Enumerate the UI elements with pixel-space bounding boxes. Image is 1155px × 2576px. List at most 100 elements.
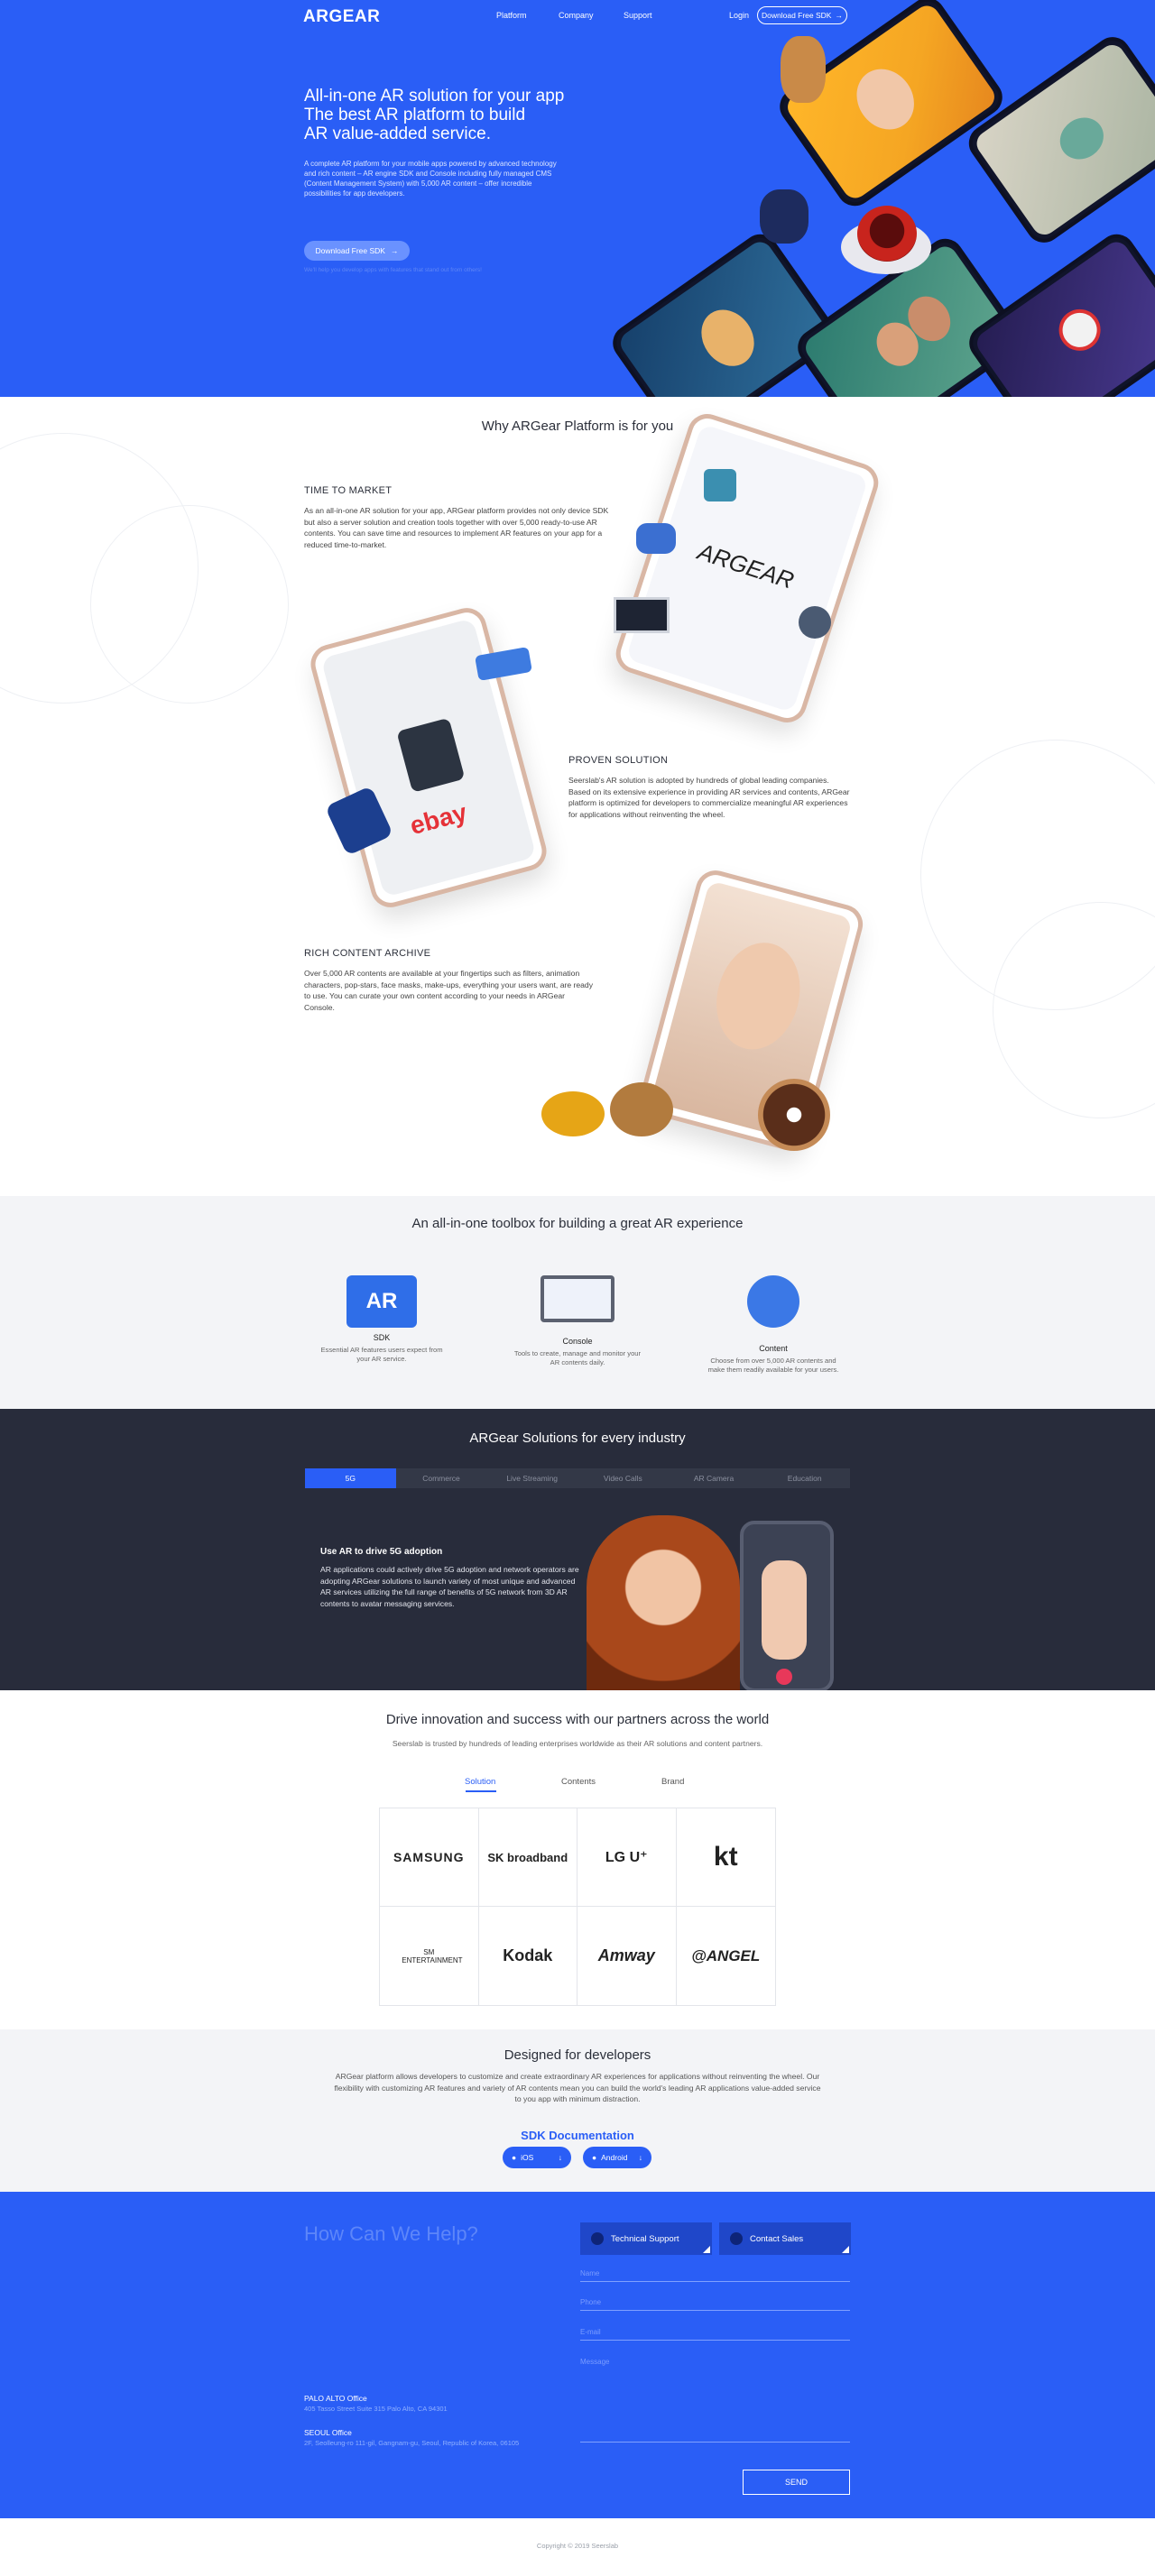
arrow-right-icon: → bbox=[835, 11, 843, 20]
hero-download-label: Download Free SDK bbox=[315, 246, 385, 255]
partner-tab-solution[interactable]: Solution bbox=[465, 1777, 495, 1787]
tab-live-streaming[interactable]: Live Streaming bbox=[486, 1468, 578, 1488]
top-nav: ARGEAR Platform Company Support Login Do… bbox=[0, 0, 1155, 31]
android-label: Android bbox=[601, 2153, 628, 2162]
partners-section: Drive innovation and success with our pa… bbox=[0, 1690, 1155, 2029]
palo-alto-office-address: 405 Tasso Street Suite 315 Palo Alto, CA… bbox=[304, 2405, 448, 2413]
angel-logo-text: @ANGEL bbox=[691, 1946, 761, 1964]
nav-link-company[interactable]: Company bbox=[559, 11, 594, 20]
android-icon: ● bbox=[592, 2153, 597, 2162]
nav-link-support[interactable]: Support bbox=[624, 11, 652, 20]
sdk-documentation-title: SDK Documentation bbox=[521, 2129, 634, 2142]
copyright-text: Copyright © 2019 Seerslab bbox=[536, 2542, 619, 2550]
hero-title-line-2: The best AR platform to build bbox=[304, 106, 526, 124]
technical-support-tab[interactable]: Technical Support bbox=[580, 2222, 712, 2255]
android-sdk-button[interactable]: ● Android ↓ bbox=[583, 2147, 651, 2168]
sm-entertainment-logo: SM ENTERTAINMENT bbox=[380, 1907, 479, 2005]
samsung-logo-text: SAMSUNG bbox=[393, 1850, 465, 1864]
figurine-image bbox=[760, 189, 808, 244]
phone-field[interactable]: Phone bbox=[580, 2298, 850, 2311]
support-icon bbox=[591, 2232, 604, 2245]
ios-label: iOS bbox=[521, 2153, 534, 2162]
name-field[interactable]: Name bbox=[580, 2269, 850, 2282]
duck-image bbox=[541, 1091, 605, 1136]
samsung-logo: SAMSUNG bbox=[380, 1808, 479, 1907]
laptop-icon bbox=[614, 597, 670, 633]
technical-support-label: Technical Support bbox=[611, 2233, 679, 2244]
contact-sales-tab[interactable]: Contact Sales bbox=[719, 2222, 851, 2255]
seoul-office-address: 2F, Seolleung-ro 111-gil, Gangnam-gu, Se… bbox=[304, 2439, 520, 2447]
email-field[interactable]: E-mail bbox=[580, 2328, 850, 2341]
medical-cross-icon bbox=[704, 469, 736, 501]
lg-uplus-logo-text: LG U⁺ bbox=[605, 1850, 648, 1865]
partner-logo-grid: SAMSUNG SK broadband LG U⁺ kt SM ENTERTA… bbox=[379, 1808, 776, 2006]
nav-download-label: Download Free SDK bbox=[762, 11, 832, 20]
record-button-icon[interactable] bbox=[776, 1669, 792, 1685]
partner-tab-contents[interactable]: Contents bbox=[561, 1777, 596, 1787]
partners-title: Drive innovation and success with our pa… bbox=[385, 1712, 770, 1727]
kt-logo-text: kt bbox=[713, 1842, 738, 1872]
seoul-office-title: SEOUL Office bbox=[304, 2428, 352, 2437]
developers-section: Designed for developers ARGear platform … bbox=[0, 2029, 1155, 2192]
toolbox-sdk-name: SDK bbox=[373, 1333, 391, 1342]
globe-icon bbox=[799, 606, 831, 639]
tab-video-calls[interactable]: Video Calls bbox=[578, 1468, 669, 1488]
contact-sales-label: Contact Sales bbox=[750, 2233, 804, 2244]
download-icon: ↓ bbox=[558, 2153, 562, 2162]
hero-download-sdk-button[interactable]: Download Free SDK → bbox=[304, 241, 410, 261]
fox-character-image bbox=[781, 36, 826, 103]
argear-logo[interactable]: ARGEAR bbox=[303, 7, 380, 27]
sm-entertainment-logo-text: SM ENTERTAINMENT bbox=[402, 1947, 463, 1964]
tab-commerce[interactable]: Commerce bbox=[396, 1468, 487, 1488]
corner-marker-icon bbox=[703, 2246, 710, 2253]
arrow-right-icon: → bbox=[390, 246, 399, 255]
hero-title-line-3: AR value-added service. bbox=[304, 124, 491, 143]
hero-description: A complete AR platform for your mobile a… bbox=[304, 160, 557, 198]
toolbox-item-sdk: AR SDK Essential AR features users expec… bbox=[314, 1275, 449, 1364]
partner-tab-brand[interactable]: Brand bbox=[661, 1777, 684, 1787]
palo-alto-office-title: PALO ALTO Office bbox=[304, 2394, 367, 2403]
nav-link-platform[interactable]: Platform bbox=[496, 11, 527, 20]
kodak-logo: Kodak bbox=[479, 1907, 578, 2005]
tab-ar-camera[interactable]: AR Camera bbox=[669, 1468, 760, 1488]
toolbox-content-desc: Choose from over 5,000 AR contents and m… bbox=[707, 1357, 839, 1374]
face-image bbox=[705, 933, 812, 1059]
industry-title: ARGear Solutions for every industry bbox=[469, 1431, 686, 1446]
apple-icon: ● bbox=[512, 2153, 517, 2162]
sk-broadband-logo-text: SK broadband bbox=[487, 1850, 568, 1864]
shoe-image bbox=[396, 717, 466, 793]
decor-circle bbox=[90, 505, 289, 704]
login-link[interactable]: Login bbox=[729, 11, 749, 20]
feature-time-to-market-title: TIME TO MARKET bbox=[304, 485, 393, 496]
hero-note: We'll help you develop apps with feature… bbox=[304, 267, 482, 273]
angel-logo: @ANGEL bbox=[677, 1907, 776, 2005]
ar-box-icon-label: AR bbox=[365, 1289, 398, 1313]
message-field[interactable]: Message bbox=[580, 2358, 850, 2443]
toolbox-content-name: Content bbox=[759, 1344, 788, 1353]
tab-5g[interactable]: 5G bbox=[305, 1468, 396, 1488]
why-title: Why ARGear Platform is for you bbox=[481, 419, 674, 434]
sk-broadband-logo: SK broadband bbox=[478, 1808, 578, 1907]
contact-title: How Can We Help? bbox=[304, 2222, 478, 2245]
download-icon: ↓ bbox=[638, 2153, 642, 2162]
hero-title: All-in-one AR solution for your app The … bbox=[304, 87, 611, 143]
feature-proven-solution-text: Seerslab's AR solution is adopted by hun… bbox=[568, 776, 850, 819]
amway-logo-text: Amway bbox=[597, 1946, 655, 1964]
toolbox-item-console: Console Tools to create, manage and moni… bbox=[510, 1275, 645, 1367]
kt-logo: kt bbox=[676, 1808, 775, 1907]
industry-section: ARGear Solutions for every industry 5G C… bbox=[0, 1409, 1155, 1690]
ebay-logo: ebay bbox=[407, 797, 470, 841]
phone-avatar-image bbox=[740, 1521, 834, 1690]
feature-time-to-market-text: As an all-in-one AR solution for your ap… bbox=[304, 506, 609, 549]
toolbox-sdk-desc: Essential AR features users expect from … bbox=[320, 1346, 443, 1363]
tab-education[interactable]: Education bbox=[759, 1468, 850, 1488]
feature-rich-content-title: RICH CONTENT ARCHIVE bbox=[304, 948, 431, 959]
phone-argear-image: ARGEAR bbox=[611, 409, 883, 728]
nav-download-sdk-button[interactable]: Download Free SDK → bbox=[757, 6, 847, 24]
avatar-figure-image bbox=[762, 1560, 807, 1660]
donut-image bbox=[758, 1079, 830, 1151]
ios-sdk-button[interactable]: ● iOS ↓ bbox=[503, 2147, 571, 2168]
hero-phone-selfie bbox=[772, 0, 1010, 214]
send-button[interactable]: SEND bbox=[743, 2470, 850, 2495]
hero-section: ARGEAR Platform Company Support Login Do… bbox=[0, 0, 1155, 397]
